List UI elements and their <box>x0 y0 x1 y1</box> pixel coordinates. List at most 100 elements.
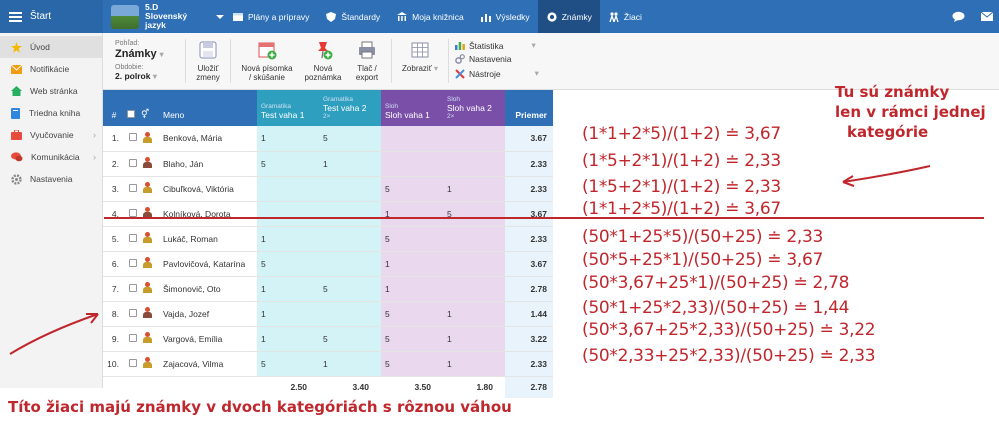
nav-results[interactable]: Výsledky <box>472 0 538 33</box>
sidebar-item-vyucovanie[interactable]: Vyučovanie › <box>0 124 102 146</box>
select-all-checkbox[interactable] <box>125 90 139 126</box>
print-button[interactable]: Tlač / export <box>349 40 385 82</box>
grade-cell[interactable]: 1 <box>443 351 505 377</box>
col-test2-header[interactable]: Gramatika Test vaha 2 2× <box>319 90 381 126</box>
sidebar-item-web[interactable]: Web stránka <box>0 80 102 102</box>
grade-cell[interactable]: 5 <box>257 351 319 377</box>
table-row[interactable]: 8. Vajda, Jozef 1 5 1 1.44 <box>103 301 553 327</box>
student-name[interactable]: Blaho, Ján <box>159 151 257 177</box>
save-button[interactable]: Uložiť zmeny <box>193 40 223 82</box>
row-checkbox[interactable] <box>125 176 139 202</box>
grade-cell[interactable] <box>319 176 381 202</box>
nav-students[interactable]: Žiaci <box>600 0 650 33</box>
grade-cell[interactable] <box>319 201 381 227</box>
grade-cell[interactable] <box>319 226 381 252</box>
table-row[interactable]: 5. Lukáč, Roman 1 5 2.33 <box>103 226 553 252</box>
student-name[interactable]: Vajda, Jozef <box>159 301 257 327</box>
table-row[interactable]: 7. Šimonovič, Oto 1 5 1 2.78 <box>103 276 553 302</box>
grade-cell[interactable]: 5 <box>381 301 443 327</box>
grade-cell[interactable]: 1 <box>319 151 381 177</box>
grade-cell[interactable]: 1 <box>443 301 505 327</box>
row-checkbox[interactable] <box>125 326 139 352</box>
student-name[interactable]: Šimonovič, Oto <box>159 276 257 302</box>
grade-cell[interactable] <box>381 126 443 152</box>
row-checkbox[interactable] <box>125 201 139 227</box>
grade-cell[interactable]: 5 <box>381 226 443 252</box>
tools-menu[interactable]: Nástroje ▾ <box>455 68 539 79</box>
grade-cell[interactable]: 1 <box>319 351 381 377</box>
student-name[interactable]: Benková, Mária <box>159 126 257 152</box>
table-row[interactable]: 3. Cibuľková, Viktória 5 1 2.33 <box>103 176 553 202</box>
student-name[interactable]: Kolníková, Dorota <box>159 201 257 227</box>
chat-icon[interactable] <box>952 11 965 22</box>
view-selector[interactable]: Pohľad: Známky ▾ Obdobie: 2. polrok ▾ <box>115 39 164 81</box>
grade-cell[interactable] <box>443 151 505 177</box>
table-row[interactable]: 4. Kolníková, Dorota 1 5 3.67 <box>103 201 553 227</box>
table-row[interactable]: 2. Blaho, Ján 5 1 2.33 <box>103 151 553 177</box>
row-checkbox[interactable] <box>125 226 139 252</box>
table-row[interactable]: 10. Zajacová, Vilma 5 1 5 1 2.33 <box>103 351 553 377</box>
col-sloh2-header[interactable]: Sloh Sloh vaha 2 2× <box>443 90 505 126</box>
row-checkbox[interactable] <box>125 276 139 302</box>
period-value[interactable]: 2. polrok <box>115 71 150 81</box>
grade-cell[interactable] <box>257 201 319 227</box>
grade-cell[interactable] <box>319 301 381 327</box>
settings-menu[interactable]: Nastavenia <box>455 54 512 64</box>
row-checkbox[interactable] <box>125 351 139 377</box>
grade-cell[interactable]: 5 <box>319 276 381 302</box>
nav-standards[interactable]: Štandardy <box>317 0 388 33</box>
nav-plans[interactable]: Plány a prípravy <box>224 0 317 33</box>
student-name[interactable]: Zajacová, Vilma <box>159 351 257 377</box>
grade-cell[interactable]: 5 <box>381 176 443 202</box>
sidebar-item-triedna-kniha[interactable]: Triedna kniha <box>0 102 102 124</box>
row-checkbox[interactable] <box>125 251 139 277</box>
nav-library[interactable]: Moja knižnica <box>388 0 472 33</box>
grade-cell[interactable]: 1 <box>257 126 319 152</box>
grade-cell[interactable] <box>319 251 381 277</box>
col-name-header[interactable]: Meno <box>159 90 257 126</box>
grade-cell[interactable] <box>443 276 505 302</box>
grade-cell[interactable]: 5 <box>319 126 381 152</box>
grade-cell[interactable]: 1 <box>443 176 505 202</box>
grade-cell[interactable]: 5 <box>381 351 443 377</box>
grade-cell[interactable]: 1 <box>381 201 443 227</box>
new-test-button[interactable]: Nová písomka / skúšanie <box>238 40 296 82</box>
table-row[interactable]: 1. Benková, Mária 1 5 3.67 <box>103 126 553 152</box>
nav-grades[interactable]: Známky <box>537 0 600 33</box>
grade-cell[interactable]: 5 <box>443 201 505 227</box>
grade-cell[interactable] <box>443 226 505 252</box>
class-selector[interactable]: 5.D Slovenský jazyk <box>103 3 224 30</box>
sidebar-item-uvod[interactable]: Úvod <box>0 36 102 58</box>
grade-cell[interactable] <box>257 176 319 202</box>
student-name[interactable]: Cibuľková, Viktória <box>159 176 257 202</box>
statistics-menu[interactable]: Štatistika ▾ <box>455 40 536 51</box>
sidebar-item-komunikacia[interactable]: Komunikácia › <box>0 146 102 168</box>
col-average-header[interactable]: Priemer <box>505 90 553 126</box>
grade-cell[interactable] <box>381 151 443 177</box>
grade-cell[interactable]: 5 <box>257 151 319 177</box>
grade-cell[interactable]: 5 <box>381 326 443 352</box>
col-test1-header[interactable]: Gramatika Test vaha 1 <box>257 90 319 126</box>
sidebar-item-notifikacie[interactable]: Notifikácie <box>0 58 102 80</box>
mail-icon[interactable] <box>981 12 993 21</box>
grade-cell[interactable]: 1 <box>443 326 505 352</box>
grade-cell[interactable]: 1 <box>257 226 319 252</box>
sidebar-item-nastavenia[interactable]: Nastavenia <box>0 168 102 190</box>
grade-cell[interactable]: 1 <box>257 326 319 352</box>
start-button[interactable]: Štart <box>0 0 103 33</box>
grade-cell[interactable]: 5 <box>257 251 319 277</box>
grade-cell[interactable]: 1 <box>257 301 319 327</box>
show-dropdown[interactable]: Zobraziť ▾ <box>396 40 444 73</box>
new-note-button[interactable]: Nová poznámka <box>301 40 345 82</box>
grade-cell[interactable] <box>443 251 505 277</box>
row-checkbox[interactable] <box>125 151 139 177</box>
grade-cell[interactable]: 5 <box>319 326 381 352</box>
student-name[interactable]: Vargová, Emília <box>159 326 257 352</box>
row-checkbox[interactable] <box>125 301 139 327</box>
grade-cell[interactable]: 1 <box>257 276 319 302</box>
row-checkbox[interactable] <box>125 126 139 152</box>
table-row[interactable]: 9. Vargová, Emília 1 5 5 1 3.22 <box>103 326 553 352</box>
student-name[interactable]: Lukáč, Roman <box>159 226 257 252</box>
grade-cell[interactable]: 1 <box>381 276 443 302</box>
col-sloh1-header[interactable]: Sloh Sloh vaha 1 <box>381 90 443 126</box>
